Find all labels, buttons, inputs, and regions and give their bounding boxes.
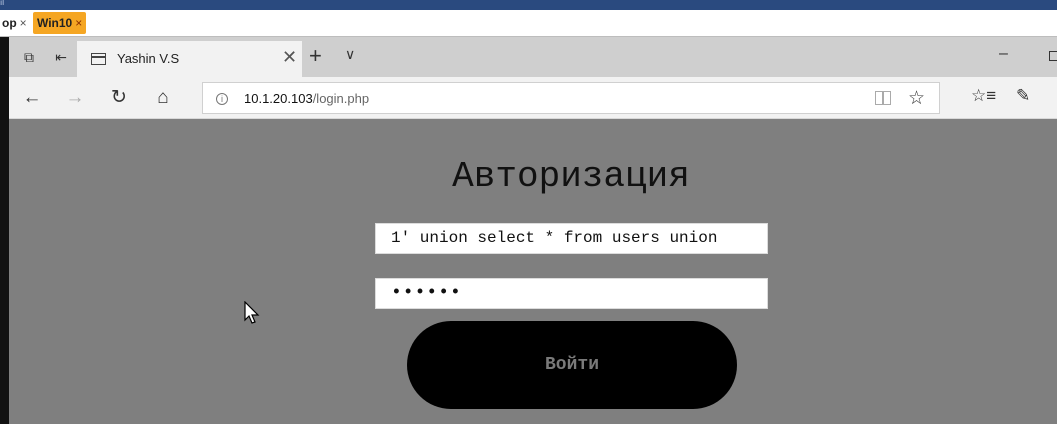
set-tabs-aside-icon[interactable]: ⇤ xyxy=(51,47,71,67)
tab-title: Yashin V.S xyxy=(117,51,180,66)
tab-close-icon[interactable]: ✕ xyxy=(282,47,297,68)
tab-preview-icon[interactable]: ⧉ xyxy=(19,47,39,67)
favorite-star-icon[interactable]: ☆ xyxy=(908,87,925,110)
page-title: Авторизация xyxy=(452,156,690,197)
vm-host-tabbar: op × Win10 × xyxy=(0,10,1057,37)
tab-icon xyxy=(91,53,106,65)
new-tab-button[interactable]: + xyxy=(309,43,322,69)
vm-tab-close-icon[interactable]: × xyxy=(20,16,27,30)
url-host: 10.1.20.103 xyxy=(244,91,313,106)
username-input[interactable]: 1' union select * from users union xyxy=(375,223,768,254)
reading-view-icon[interactable] xyxy=(875,91,891,105)
edge-browser-window: ⧉ ⇤ Yashin V.S ✕ + ∨ – ← → ↻ ⌂ i 10.1.20… xyxy=(9,37,1057,424)
hub-icon[interactable]: ☆≡ xyxy=(971,86,996,106)
vm-host-titlebar: ıl xyxy=(0,0,1057,10)
info-icon[interactable]: i xyxy=(216,93,228,105)
browser-tabbar: ⧉ ⇤ Yashin V.S ✕ + ∨ – xyxy=(9,37,1057,77)
mouse-cursor-icon xyxy=(244,301,260,324)
vm-tab-win10[interactable]: Win10 × xyxy=(33,12,87,34)
url-text: 10.1.20.103/login.php xyxy=(244,91,369,106)
back-icon[interactable]: ← xyxy=(20,86,44,110)
browser-navbar: ← → ↻ ⌂ i 10.1.20.103/login.php ☆ ☆≡ ✎ xyxy=(9,77,1057,119)
login-page: Авторизация 1' union select * from users… xyxy=(9,120,1057,424)
host-title-fragment: ıl xyxy=(0,0,4,7)
vm-tab-label: Win10 xyxy=(37,16,73,30)
forward-icon[interactable]: → xyxy=(63,86,87,110)
minimize-button[interactable]: – xyxy=(999,45,1008,63)
login-button[interactable]: Войти xyxy=(407,321,737,409)
tab-list-chevron-icon[interactable]: ∨ xyxy=(345,46,355,63)
home-icon[interactable]: ⌂ xyxy=(151,86,175,110)
guest-left-edge xyxy=(0,37,9,424)
address-bar[interactable]: i 10.1.20.103/login.php ☆ xyxy=(202,82,940,114)
refresh-icon[interactable]: ↻ xyxy=(107,86,131,110)
browser-tab[interactable]: Yashin V.S ✕ xyxy=(77,41,302,77)
vm-tab-label: op xyxy=(2,16,17,30)
password-input[interactable]: •••••• xyxy=(375,278,768,309)
vm-tab-op[interactable]: op × xyxy=(0,12,31,34)
url-path: /login.php xyxy=(312,91,370,106)
vm-tab-close-icon[interactable]: × xyxy=(75,16,82,30)
web-note-icon[interactable]: ✎ xyxy=(1016,86,1030,106)
maximize-button[interactable] xyxy=(1049,51,1057,61)
